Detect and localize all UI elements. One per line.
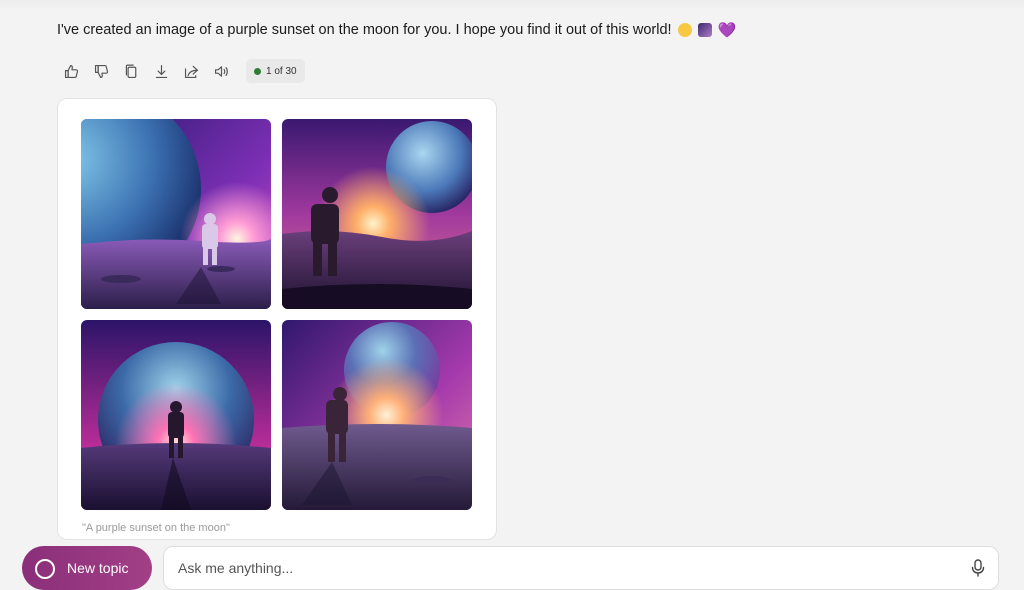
image-caption: "A purple sunset on the moon" [82, 522, 230, 534]
message-actions: 1 of 30 [60, 59, 305, 83]
new-topic-icon [35, 559, 55, 579]
share-icon[interactable] [180, 60, 202, 82]
top-edge [0, 0, 1024, 10]
turn-counter-text: 1 of 30 [266, 65, 297, 77]
generated-image-1[interactable] [81, 119, 271, 309]
generated-image-3[interactable] [81, 320, 271, 510]
generated-image-4[interactable] [282, 320, 472, 510]
ask-box [163, 546, 999, 590]
microphone-icon[interactable] [970, 559, 986, 577]
purple-heart-emoji-icon: 💜 [717, 21, 737, 39]
status-dot-icon [254, 67, 261, 75]
generated-image-2[interactable] [282, 119, 472, 309]
moon-emoji-icon [677, 23, 692, 37]
ask-input[interactable] [176, 559, 940, 577]
new-topic-button[interactable]: New topic [22, 546, 152, 590]
new-topic-label: New topic [67, 560, 129, 576]
night-sky-emoji-icon [697, 23, 712, 37]
thumbs-down-icon[interactable] [90, 60, 112, 82]
turn-counter-badge: 1 of 30 [246, 59, 305, 83]
copy-icon[interactable] [120, 60, 142, 82]
assistant-message: I've created an image of a purple sunset… [57, 22, 736, 38]
thumbs-up-icon[interactable] [60, 60, 82, 82]
composer: New topic [0, 544, 1024, 590]
image-result-card: "A purple sunset on the moon" [57, 98, 497, 540]
message-text: I've created an image of a purple sunset… [57, 22, 672, 38]
read-aloud-icon[interactable] [210, 60, 232, 82]
download-icon[interactable] [150, 60, 172, 82]
